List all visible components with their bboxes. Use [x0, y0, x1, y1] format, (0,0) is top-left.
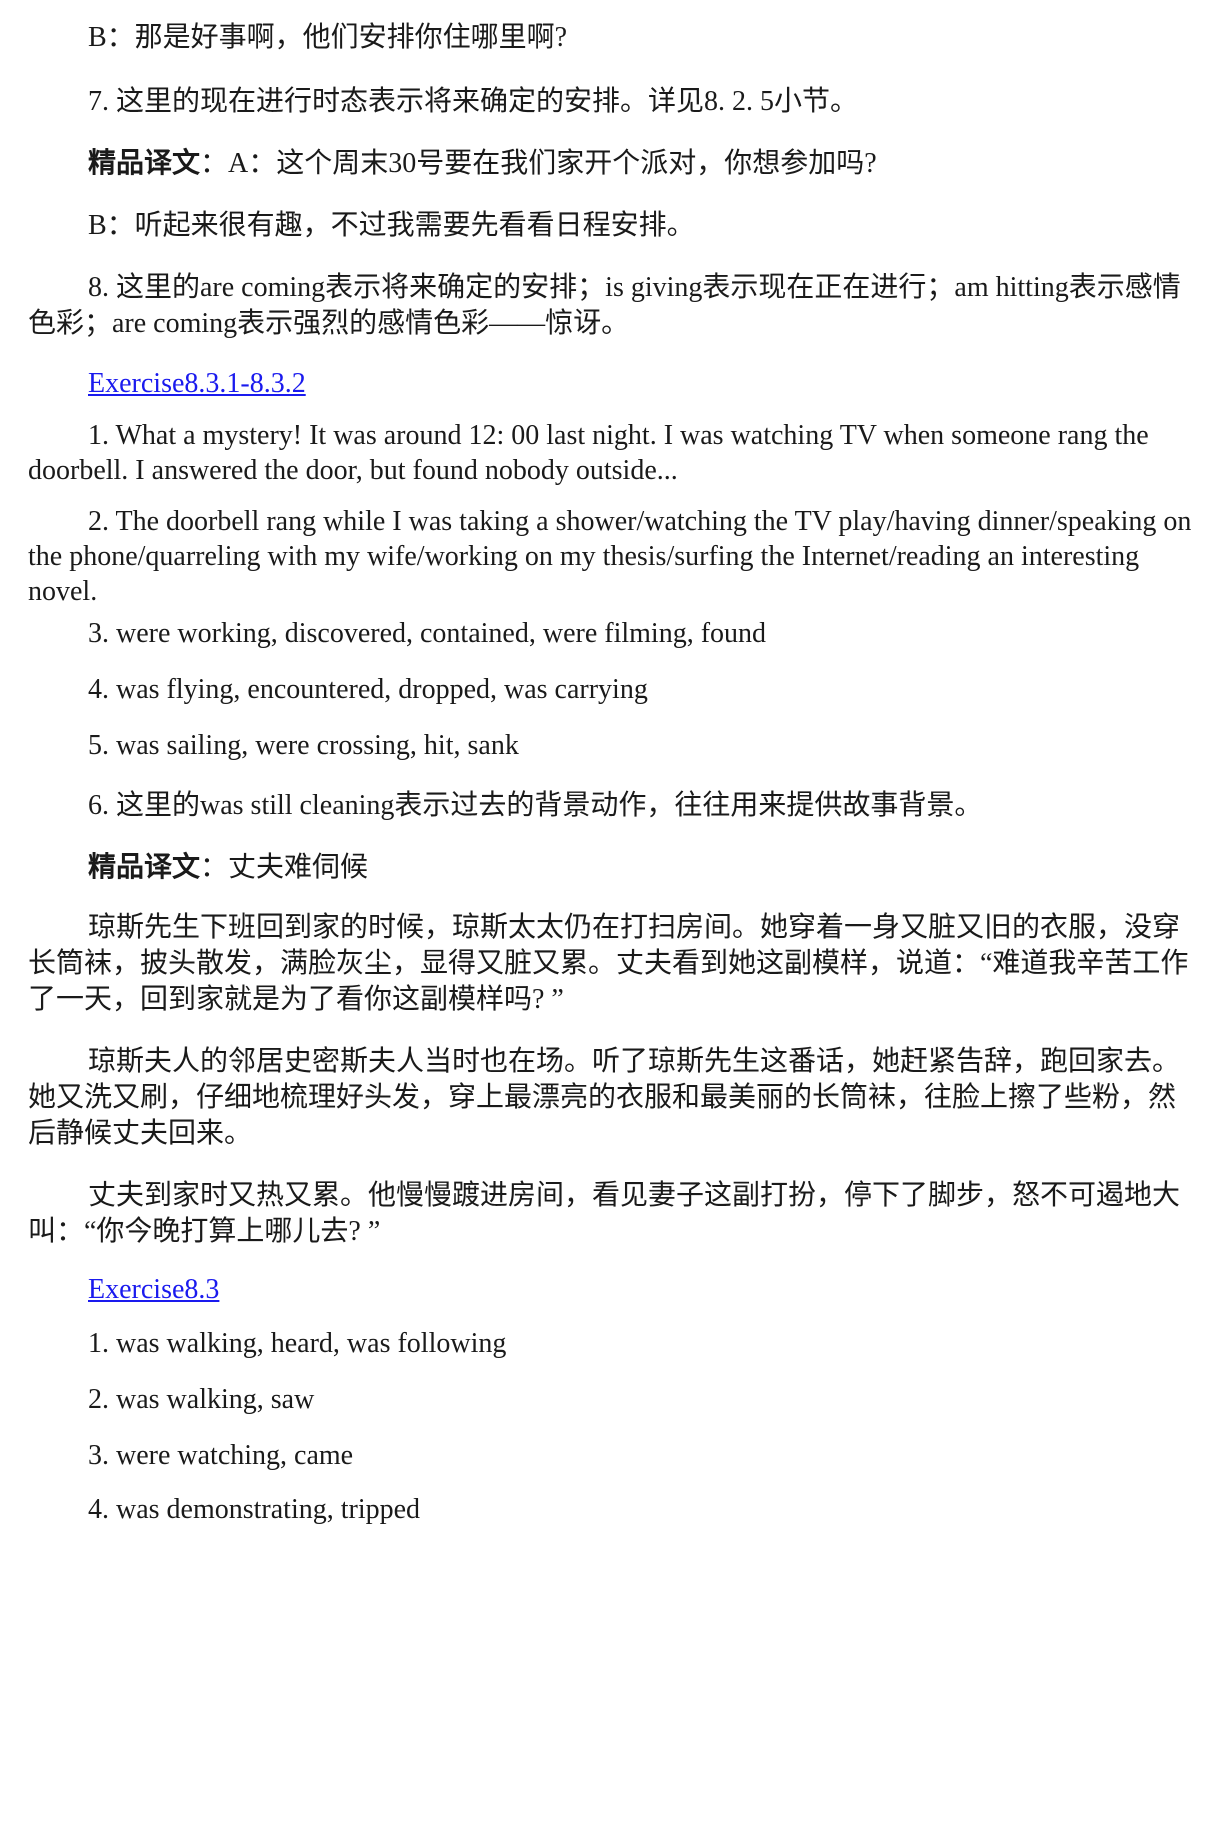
- exercise-link-8-3-1-8-3-2[interactable]: Exercise8.3.1-8.3.2: [88, 368, 306, 399]
- answer-3: 3. were working, discovered, contained, …: [88, 618, 767, 649]
- dialogue-line-b2: B：听起来很有趣，不过我需要先看看日程安排。: [88, 210, 695, 241]
- translation-label: 精品译文: [88, 148, 201, 179]
- exercise-answer-3: 3. were watching, came: [88, 1440, 354, 1471]
- note-7: 7. 这里的现在进行时态表示将来确定的安排。详见8. 2. 5小节。: [88, 86, 859, 117]
- exercise-answer-4: 4. was demonstrating, tripped: [88, 1494, 421, 1525]
- translation-text: ：A：这个周末30号要在我们家开个派对，你想参加吗?: [200, 148, 877, 179]
- story-paragraph-2: 琼斯夫人的邻居史密斯夫人当时也在场。听了琼斯先生这番话，她赶紧告辞，跑回家去。她…: [28, 1046, 1181, 1149]
- exercise-heading-1: Exercise8.3.1-8.3.2: [28, 366, 1193, 402]
- translation-line: 精品译文：A：这个周末30号要在我们家开个派对，你想参加吗?: [28, 146, 1193, 182]
- answer-5: 5. was sailing, were crossing, hit, sank: [88, 730, 519, 761]
- translation-title-text: ：丈夫难伺候: [200, 852, 369, 883]
- dialogue-line-b1: B：那是好事啊，他们安排你住哪里啊?: [88, 22, 568, 53]
- translation-title-line: 精品译文：丈夫难伺候: [28, 850, 1193, 886]
- answer-1: 1. What a mystery! It was around 12: 00 …: [28, 420, 1149, 486]
- answer-6: 6. 这里的was still cleaning表示过去的背景动作，往往用来提供…: [88, 790, 983, 821]
- exercise-heading-2: Exercise8.3: [28, 1272, 1193, 1308]
- exercise-answer-1: 1. was walking, heard, was following: [88, 1328, 507, 1359]
- story-paragraph-3: 丈夫到家时又热又累。他慢慢踱进房间，看见妻子这副打扮，停下了脚步，怒不可遏地大叫…: [28, 1180, 1181, 1247]
- story-paragraph-1: 琼斯先生下班回到家的时候，琼斯太太仍在打扫房间。她穿着一身又脏又旧的衣服，没穿长…: [28, 912, 1189, 1015]
- answer-2: 2. The doorbell rang while I was taking …: [28, 506, 1192, 607]
- document-page: B：那是好事啊，他们安排你住哪里啊? 7. 这里的现在进行时态表示将来确定的安排…: [0, 0, 1207, 1828]
- translation-title-label: 精品译文: [88, 852, 201, 883]
- exercise-link-8-3[interactable]: Exercise8.3: [88, 1274, 219, 1305]
- note-8: 8. 这里的are coming表示将来确定的安排；is giving表示现在正…: [28, 272, 1181, 339]
- exercise-answer-2: 2. was walking, saw: [88, 1384, 315, 1415]
- answer-4: 4. was flying, encountered, dropped, was…: [88, 674, 648, 705]
